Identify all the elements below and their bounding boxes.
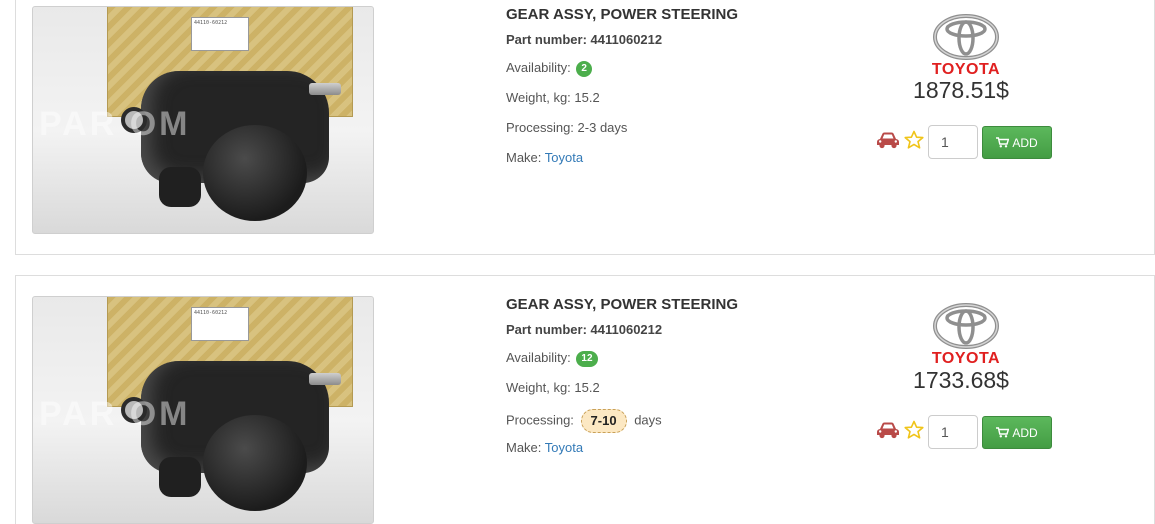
weight-value: 15.2 <box>574 90 600 105</box>
processing-unit: days <box>634 412 662 428</box>
quantity-input[interactable] <box>928 125 978 159</box>
product-image[interactable]: 44110-60212 PAR OM <box>32 296 374 524</box>
product-image[interactable]: 44110-60212 PAR OM <box>32 6 374 234</box>
availability-row: Availability: 2 <box>506 59 738 77</box>
product-card: 44110-60212 PAR OM GEAR ASSY, POWER STEE… <box>15 275 1155 524</box>
car-icon[interactable] <box>876 131 900 149</box>
weight-value: 15.2 <box>574 380 600 395</box>
processing-highlight: 7-10 <box>580 409 627 433</box>
make-row: Make: Toyota <box>506 439 738 457</box>
gear-drum-graphic <box>203 415 307 511</box>
box-label: 44110-60212 <box>191 17 249 51</box>
brand-logo: TOYOTA <box>916 14 1016 79</box>
watermark: PAR OM <box>39 105 191 143</box>
watermark: PAR OM <box>39 395 191 433</box>
add-button-label: ADD <box>1012 135 1038 150</box>
make-label: Make: <box>506 150 542 165</box>
part-number: Part number: 4411060212 <box>506 32 738 47</box>
product-title[interactable]: GEAR ASSY, POWER STEERING <box>506 296 738 313</box>
availability-badge: 12 <box>576 350 598 367</box>
gear-foot-graphic <box>159 167 201 207</box>
add-button-label: ADD <box>1012 425 1038 440</box>
part-number: Part number: 4411060212 <box>506 322 738 337</box>
part-number-label: Part number: <box>506 322 587 337</box>
availability-label: Availability: <box>506 350 571 365</box>
part-number-value: 4411060212 <box>590 322 663 337</box>
star-icon[interactable] <box>904 420 924 440</box>
price: 1733.68$ <box>913 367 1009 393</box>
add-to-cart-button[interactable]: ADD <box>982 126 1052 159</box>
part-number-value: 4411060212 <box>590 32 663 47</box>
brand-name: TOYOTA <box>931 350 1001 367</box>
availability-label: Availability: <box>506 60 571 75</box>
processing-label: Processing: <box>506 412 574 428</box>
availability-badge: 2 <box>576 60 592 77</box>
processing-label: Processing: <box>506 120 574 135</box>
box-label: 44110-60212 <box>191 307 249 341</box>
price: 1878.51$ <box>913 77 1009 103</box>
make-row: Make: Toyota <box>506 149 738 167</box>
make-link[interactable]: Toyota <box>545 440 583 455</box>
add-to-cart-button[interactable]: ADD <box>982 416 1052 449</box>
availability-row: Availability: 12 <box>506 349 738 367</box>
gear-shaft-graphic <box>309 83 341 95</box>
weight-row: Weight, kg: 15.2 <box>506 89 738 107</box>
star-icon[interactable] <box>904 130 924 150</box>
part-number-label: Part number: <box>506 32 587 47</box>
toyota-logo <box>933 303 999 349</box>
product-card: 44110-60212 PAR OM GEAR ASSY, POWER STEE… <box>15 0 1155 255</box>
weight-label: Weight, kg: <box>506 380 571 395</box>
gear-drum-graphic <box>203 125 307 221</box>
cart-icon <box>996 137 1010 148</box>
car-icon[interactable] <box>876 421 900 439</box>
weight-row: Weight, kg: 15.2 <box>506 379 738 397</box>
processing-value: 2-3 days <box>577 120 628 135</box>
make-link[interactable]: Toyota <box>545 150 583 165</box>
product-info: GEAR ASSY, POWER STEERING Part number: 4… <box>506 6 738 167</box>
make-label: Make: <box>506 440 542 455</box>
quantity-input[interactable] <box>928 415 978 449</box>
product-title[interactable]: GEAR ASSY, POWER STEERING <box>506 6 738 23</box>
processing-row: Processing: 7-10 days <box>506 409 738 433</box>
gear-foot-graphic <box>159 457 201 497</box>
toyota-logo <box>933 14 999 60</box>
product-info: GEAR ASSY, POWER STEERING Part number: 4… <box>506 296 738 457</box>
brand-logo: TOYOTA <box>916 303 1016 368</box>
weight-label: Weight, kg: <box>506 90 571 105</box>
processing-row: Processing: 2-3 days <box>506 119 738 137</box>
gear-shaft-graphic <box>309 373 341 385</box>
cart-icon <box>996 427 1010 438</box>
